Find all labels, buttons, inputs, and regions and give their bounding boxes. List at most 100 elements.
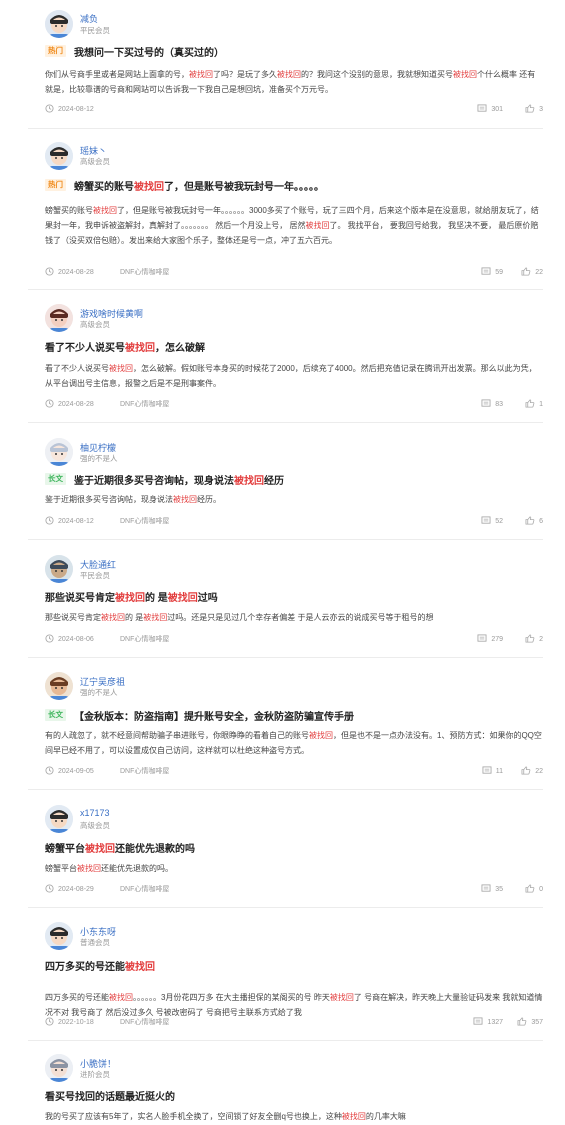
comment-count[interactable]: 11 (482, 766, 503, 777)
post-title-row[interactable]: 长文 鉴于近期很多买号咨询帖，现身说法被找回经历 (45, 471, 543, 487)
forum-link[interactable]: DNF心情咖啡屋 (120, 884, 169, 894)
post-meta: 2024-08-28 DNF心情咖啡屋 83 1 (45, 399, 543, 411)
like-button[interactable]: 2 (525, 634, 543, 645)
post-title-row[interactable]: 热门 螃蟹买的账号被找回了，但是账号被我玩封号一年。。。。。 (45, 177, 543, 193)
excerpt-text: 看了不少人说买号 (45, 364, 109, 373)
member-level: 平民会员 (80, 26, 110, 35)
excerpt-highlight: 被找回 (109, 364, 133, 373)
forum-link[interactable]: DNF心情咖啡屋 (120, 399, 169, 409)
post-title-row[interactable]: 那些说买号肯定被找回的 是被找回过吗 (45, 588, 543, 604)
post-title-row[interactable]: 四万多买的号还能被找回 (45, 957, 543, 973)
post-title[interactable]: 螃蟹平台被找回还能优先退款的吗 (45, 840, 195, 855)
thumbs-up-icon (525, 399, 539, 410)
excerpt-text: 我的号买了应该有5年了，实名人脸手机全换了，空间锁了好友全删q号也换上，这种 (45, 1112, 342, 1121)
post-date: 2022-10-18 (45, 1017, 94, 1028)
thumbs-up-icon (525, 634, 539, 645)
post-title-row[interactable]: 热门 我想问一下买过号的（真买过的） (45, 43, 543, 59)
post-meta: 2024-08-12 DNF心情咖啡屋 52 6 (45, 516, 543, 528)
post-excerpt[interactable]: 那些说买号肯定被找回的 是被找回过吗。还是只是见过几个幸存者偏差 于是人云亦云的… (45, 610, 543, 626)
post-excerpt[interactable]: 螃蟹平台被找回还能优先退款的吗。 (45, 861, 543, 877)
excerpt-highlight: 被找回 (305, 221, 330, 230)
avatar[interactable] (45, 142, 73, 170)
username-link[interactable]: x17173 (80, 808, 110, 818)
comment-count-text: 1327 (487, 1019, 503, 1026)
post-title[interactable]: 四万多买的号还能被找回 (45, 958, 155, 973)
excerpt-text: 有的人疏忽了，就不经意间帮助骗子串进账号，你眼睁睁的看着自己的账号 (45, 731, 309, 740)
like-count-text: 357 (531, 1019, 543, 1026)
post-meta: 2024-08-28 DNF心情咖啡屋 59 22 (45, 267, 543, 279)
post-divider (28, 907, 543, 908)
post-title-row[interactable]: 长文 【金秋版本：防盗指南】提升账号安全，金秋防盗防骗宣传手册 (45, 707, 543, 723)
forum-link[interactable]: DNF心情咖啡屋 (120, 267, 169, 277)
post-excerpt[interactable]: 我的号买了应该有5年了，实名人脸手机全换了，空间锁了好友全删q号也换上，这种被找… (45, 1109, 543, 1125)
like-button[interactable]: 22 (521, 766, 543, 777)
comment-count-text: 11 (495, 768, 503, 775)
thumbs-up-icon (525, 104, 539, 115)
comment-count[interactable]: 83 (481, 399, 503, 410)
post-date: 2024-08-29 (45, 884, 94, 895)
excerpt-text: 。。。。。。3月份花四万多 在大主播担保的某阁买的号 昨天 (133, 993, 330, 1002)
avatar[interactable] (45, 438, 73, 466)
post-divider (28, 128, 543, 129)
post-title[interactable]: 那些说买号肯定被找回的 是被找回过吗 (45, 589, 218, 604)
post-divider (28, 289, 543, 290)
thumbs-up-icon (517, 1017, 531, 1028)
comment-count[interactable]: 279 (477, 634, 503, 645)
post-title[interactable]: 【金秋版本：防盗指南】提升账号安全，金秋防盗防骗宣传手册 (74, 708, 354, 723)
post-title-row[interactable]: 螃蟹平台被找回还能优先退款的吗 (45, 839, 543, 855)
post-title[interactable]: 看买号找回的话题最近挺火的 (45, 1088, 175, 1103)
member-level: 高级会员 (80, 821, 110, 830)
post-excerpt[interactable]: 有的人疏忽了，就不经意间帮助骗子串进账号，你眼睁睁的看着自己的账号被找回，但是也… (45, 728, 543, 760)
excerpt-highlight: 被找回 (143, 613, 168, 622)
comment-icon (477, 634, 491, 645)
comment-count[interactable]: 59 (481, 267, 503, 278)
forum-link[interactable]: DNF心情咖啡屋 (120, 634, 169, 644)
avatar[interactable] (45, 922, 73, 950)
post-excerpt[interactable]: 鉴于近期很多买号咨询帖，现身说法被找回经历。 (45, 492, 543, 508)
thumbs-up-icon (525, 884, 539, 895)
comment-count[interactable]: 1327 (473, 1017, 503, 1028)
title-highlight: 被找回 (85, 843, 115, 855)
like-count-text: 22 (535, 768, 543, 775)
post-excerpt[interactable]: 你们从号商手里或者是网站上面拿的号，被找回了吗？是玩了多久被找回的？我问这个没别… (45, 67, 543, 99)
forum-link[interactable]: DNF心情咖啡屋 (120, 1017, 169, 1027)
comment-count-text: 52 (495, 518, 503, 525)
avatar[interactable] (45, 10, 73, 38)
like-button[interactable]: 357 (517, 1017, 543, 1028)
post-title[interactable]: 螃蟹买的账号被找回了，但是账号被我玩封号一年。。。。。 (74, 178, 324, 193)
comment-count[interactable]: 301 (477, 104, 503, 115)
post-excerpt[interactable]: 看了不少人说买号被找回，怎么破解。假如账号本身买的时候花了2000，后续充了40… (45, 361, 543, 393)
like-button[interactable]: 3 (525, 104, 543, 115)
avatar[interactable] (45, 1054, 73, 1082)
avatar[interactable] (45, 672, 73, 700)
excerpt-text: 那些说买号肯定 (45, 613, 101, 622)
avatar[interactable] (45, 555, 73, 583)
title-text: 那些说买号肯定 (45, 592, 115, 604)
like-button[interactable]: 22 (521, 267, 543, 278)
post-title[interactable]: 我想问一下买过号的（真买过的） (74, 44, 224, 59)
excerpt-text: 了吗？是玩了多久 (213, 70, 277, 79)
clock-icon (45, 634, 58, 645)
forum-link[interactable]: DNF心情咖啡屋 (120, 516, 169, 526)
post-title[interactable]: 看了不少人说买号被找回，怎么破解 (45, 339, 205, 354)
excerpt-highlight: 被找回 (109, 993, 133, 1002)
post-title-row[interactable]: 看买号找回的话题最近挺火的 (45, 1087, 543, 1103)
like-count-text: 1 (539, 401, 543, 408)
username-link[interactable]: 减负 (80, 12, 98, 25)
comment-count[interactable]: 35 (481, 884, 503, 895)
post-date: 2024-08-28 (45, 399, 94, 410)
avatar[interactable] (45, 805, 73, 833)
like-button[interactable]: 0 (525, 884, 543, 895)
post-title[interactable]: 鉴于近期很多买号咨询帖，现身说法被找回经历 (74, 472, 284, 487)
like-button[interactable]: 1 (525, 399, 543, 410)
forum-link[interactable]: DNF心情咖啡屋 (120, 766, 169, 776)
thumbs-up-icon (521, 267, 535, 278)
comment-count[interactable]: 52 (481, 516, 503, 527)
post-date: 2024-08-06 (45, 634, 94, 645)
post-excerpt[interactable]: 螃蟹买的账号被找回了，但是账号被我玩封号一年。。。。。。3000多买了个账号，玩… (45, 203, 543, 263)
post-tag-badge: 长文 (45, 709, 66, 721)
like-button[interactable]: 6 (525, 516, 543, 527)
post-title-row[interactable]: 看了不少人说买号被找回，怎么破解 (45, 338, 543, 354)
avatar[interactable] (45, 304, 73, 332)
post-tag-badge: 热门 (45, 179, 66, 191)
